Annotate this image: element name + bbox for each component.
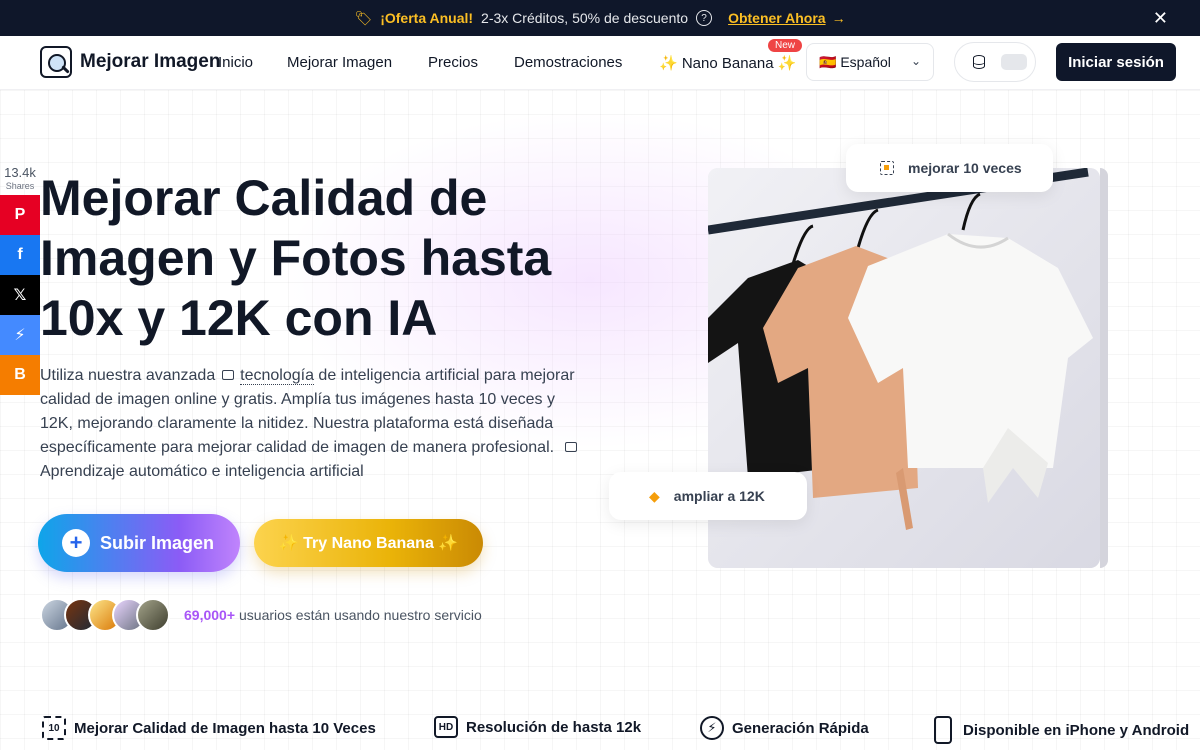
nav-link-precios[interactable]: Precios	[428, 54, 478, 71]
features-strip: 10 Mejorar Calidad de Imagen hasta 10 Ve…	[0, 712, 1200, 750]
upscale-10x-icon: 10	[42, 716, 66, 740]
language-select[interactable]: 🇪🇸 Español ⌄	[806, 43, 934, 81]
desc-part-3: Aprendizaje automático e inteligencia ar…	[40, 463, 364, 480]
hero-title: Mejorar Calidad de Imagen y Fotos hasta …	[40, 170, 552, 346]
feature-mobile-label: Disponible en iPhone y Android	[963, 721, 1190, 739]
phone-icon	[934, 716, 952, 744]
credits-toggle[interactable]	[954, 42, 1036, 82]
hd-icon: HD	[434, 716, 458, 738]
enhance-10x-text: mejorar 10 veces	[908, 160, 1022, 176]
chevron-down-icon: ⌄	[910, 54, 921, 68]
nav-link-inicio[interactable]: Inicio	[218, 54, 253, 71]
logo-magnifier-icon	[40, 46, 72, 78]
promo-banner: 🏷 ¡Oferta Anual! 2-3x Créditos, 50% de d…	[0, 0, 1200, 36]
users-count-text: 69,000+ usuarios están usando nuestro ser…	[184, 607, 482, 623]
database-icon	[972, 55, 985, 69]
new-badge: New	[768, 39, 803, 52]
feature-upscale: 10 Mejorar Calidad de Imagen hasta 10 Ve…	[42, 716, 376, 740]
nav-link-nano-banana[interactable]: ✨ Nano Banana ✨	[659, 54, 796, 72]
scan-icon	[880, 161, 894, 175]
upload-image-button[interactable]: + Subir Imagen	[38, 514, 240, 572]
promo-text: 2-3x Créditos, 50% de descuento	[481, 10, 689, 26]
desc-part-1: Utiliza nuestra avanzada	[40, 367, 216, 384]
gem-icon: ◆	[649, 487, 660, 504]
document-icon	[564, 441, 577, 452]
feature-resolution-label: Resolución de hasta 12k	[466, 718, 642, 736]
facebook-icon: f	[17, 246, 23, 263]
help-icon[interactable]: ?	[696, 10, 713, 26]
share-count-label: Shares	[5, 181, 35, 191]
x-icon: 𝕏	[13, 287, 27, 304]
feature-fast: ⚡ Generación Rápida	[700, 716, 869, 740]
facebook-share-button[interactable]: f	[0, 235, 40, 275]
x-share-button[interactable]: 𝕏	[0, 275, 40, 315]
hero-description: Utiliza nuestra avanzada tecnología de i…	[40, 364, 580, 484]
lightning-icon: ⚡	[700, 716, 724, 740]
blogger-share-button[interactable]: B	[0, 355, 40, 395]
logo[interactable]: Mejorar Imagen	[40, 46, 220, 78]
blogger-icon: B	[14, 366, 26, 383]
messenger-share-button[interactable]: ⚡	[0, 315, 40, 355]
users-label: usuarios están usando nuestro servicio	[239, 607, 482, 623]
credits-placeholder	[1001, 54, 1027, 70]
compare-slider-handle[interactable]	[1100, 168, 1108, 568]
tag-icon: 🏷	[354, 9, 373, 26]
plus-icon: +	[62, 529, 90, 557]
feature-fast-label: Generación Rápida	[732, 719, 869, 737]
feature-resolution: HD Resolución de hasta 12k	[434, 716, 641, 738]
pinterest-icon: P	[14, 206, 26, 223]
desc-link-tecnologia[interactable]: tecnología	[240, 367, 314, 385]
top-navigation: Mejorar Imagen Inicio Mejorar Imagen Pre…	[0, 36, 1200, 90]
feature-mobile: Disponible en iPhone y Android	[932, 716, 1189, 744]
feature-upscale-label: Mejorar Calidad de Imagen hasta 10 Veces	[74, 719, 376, 737]
upscale-12k-label: ◆ ampliar a 12K	[609, 472, 807, 520]
arrow-right-icon: →	[831, 10, 846, 26]
avatar	[136, 598, 170, 632]
share-count: 13.4k Shares	[0, 165, 40, 191]
promo-cta-link[interactable]: Obtener Ahora	[728, 10, 826, 26]
nav-link-demostraciones[interactable]: Demostraciones	[514, 54, 622, 71]
language-value: 🇪🇸 Español	[819, 53, 891, 70]
try-nano-banana-button[interactable]: ✨ Try Nano Banana ✨	[254, 519, 483, 567]
users-count: 69,000+	[184, 607, 235, 623]
login-button[interactable]: Iniciar sesión	[1056, 43, 1176, 81]
share-count-number: 13.4k	[4, 165, 36, 180]
pinterest-share-button[interactable]: P	[0, 195, 40, 235]
document-icon	[221, 369, 234, 380]
messenger-icon: ⚡	[14, 327, 26, 344]
promo-highlight: ¡Oferta Anual!	[380, 10, 474, 26]
upload-label: Subir Imagen	[100, 532, 215, 553]
enhance-10x-label: mejorar 10 veces	[846, 144, 1053, 192]
upscale-12k-text: ampliar a 12K	[673, 488, 765, 504]
close-icon[interactable]: ✕	[1153, 8, 1168, 28]
nav-link-mejorar-imagen[interactable]: Mejorar Imagen	[287, 54, 392, 71]
logo-text: Mejorar Imagen	[80, 51, 221, 72]
